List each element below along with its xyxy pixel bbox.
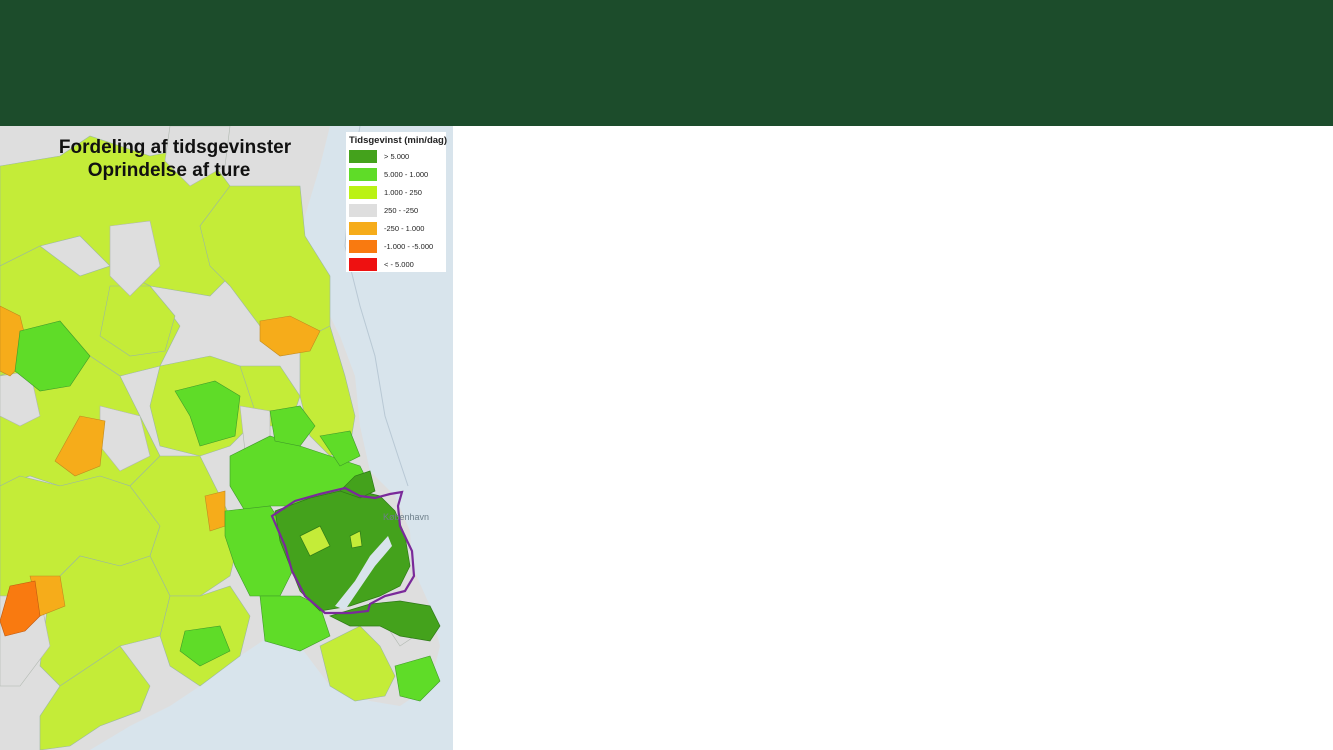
legend-label: -250 - 1.000 [384, 224, 425, 233]
content-area [453, 126, 1333, 750]
legend-swatch [349, 222, 377, 235]
legend-title: Tidsgevinst (min/dag) [349, 135, 448, 146]
legend-label: 250 - -250 [384, 206, 419, 215]
legend-swatch [349, 240, 377, 253]
map-title-line-1: Fordeling af tidsgevinster [58, 137, 292, 158]
legend-label: -1.000 - -5.000 [384, 242, 434, 251]
legend-label: > 5.000 [384, 152, 410, 161]
legend-item: 250 - -250 [349, 204, 446, 218]
legend-item: 1.000 - 250 [349, 186, 446, 200]
legend-swatch [349, 258, 377, 271]
map-legend: Tidsgevinst (min/dag) > 5.000 5.000 - 1.… [346, 132, 448, 272]
legend-swatch [349, 150, 377, 163]
legend-swatch [349, 168, 377, 181]
legend-label: 5.000 - 1.000 [384, 170, 429, 179]
legend-label: 1.000 - 250 [384, 188, 422, 197]
legend-item: < - 5.000 [349, 258, 446, 272]
legend-item: -250 - 1.000 [349, 222, 446, 236]
legend-item: > 5.000 [349, 150, 446, 164]
header-bar [0, 0, 1333, 126]
legend-swatch [349, 186, 377, 199]
map-image: Fordeling af tidsgevinster Oprindelse af… [0, 126, 453, 750]
legend-label: < - 5.000 [384, 260, 414, 269]
legend-item: -1.000 - -5.000 [349, 240, 446, 254]
map-title-line-2: Oprindelse af ture [87, 160, 251, 181]
place-label-copenhagen: København [383, 512, 430, 522]
legend-swatch [349, 204, 377, 217]
legend-item: 5.000 - 1.000 [349, 168, 446, 182]
